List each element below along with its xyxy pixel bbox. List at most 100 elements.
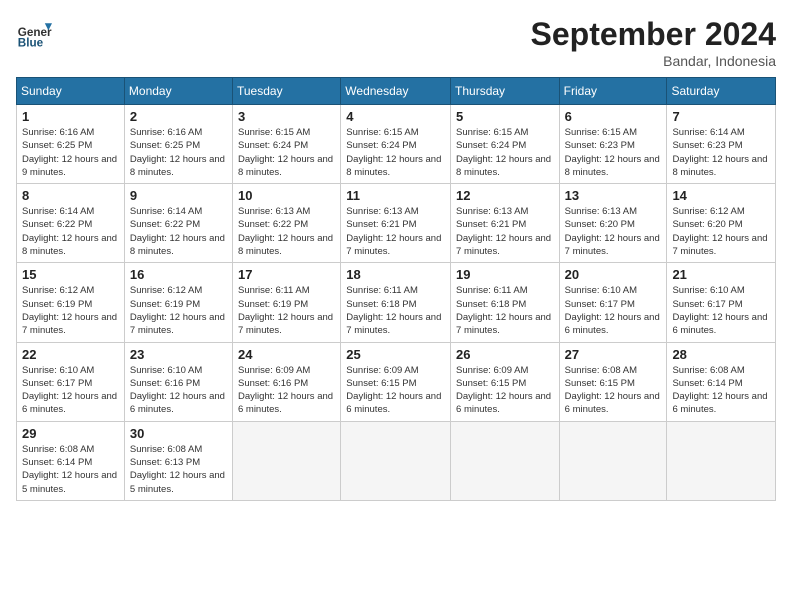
day-number: 25 (346, 347, 445, 362)
calendar-cell: 24 Sunrise: 6:09 AM Sunset: 6:16 PM Dayli… (232, 342, 340, 421)
calendar-cell: 17 Sunrise: 6:11 AM Sunset: 6:19 PM Dayli… (232, 263, 340, 342)
day-number: 22 (22, 347, 119, 362)
day-info: Sunrise: 6:13 AM Sunset: 6:21 PM Dayligh… (456, 205, 554, 258)
day-number: 2 (130, 109, 227, 124)
calendar-cell: 6 Sunrise: 6:15 AM Sunset: 6:23 PM Daylig… (559, 105, 667, 184)
header-tuesday: Tuesday (232, 78, 340, 105)
title-block: September 2024 Bandar, Indonesia (531, 16, 776, 69)
calendar-cell: 10 Sunrise: 6:13 AM Sunset: 6:22 PM Dayli… (232, 184, 340, 263)
location: Bandar, Indonesia (531, 53, 776, 69)
calendar-cell: 18Sunrise: 6:11 AM Sunset: 6:18 PM Dayli… (341, 263, 451, 342)
day-info: Sunrise: 6:10 AM Sunset: 6:17 PM Dayligh… (672, 284, 770, 337)
calendar-cell: 30 Sunrise: 6:08 AM Sunset: 6:13 PM Dayli… (124, 421, 232, 500)
day-info: Sunrise: 6:13 AM Sunset: 6:21 PM Dayligh… (346, 205, 445, 258)
day-info: Sunrise: 6:15 AM Sunset: 6:23 PM Dayligh… (565, 126, 662, 179)
day-number: 29 (22, 426, 119, 441)
day-info: Sunrise: 6:11 AM Sunset: 6:18 PM Dayligh… (456, 284, 554, 337)
day-number: 15 (22, 267, 119, 282)
header-saturday: Saturday (667, 78, 776, 105)
calendar-cell: 12 Sunrise: 6:13 AM Sunset: 6:21 PM Dayli… (451, 184, 560, 263)
calendar-cell: 11 Sunrise: 6:13 AM Sunset: 6:21 PM Dayli… (341, 184, 451, 263)
day-number: 30 (130, 426, 227, 441)
day-info: Sunrise: 6:15 AM Sunset: 6:24 PM Dayligh… (346, 126, 445, 179)
day-number: 5 (456, 109, 554, 124)
day-info: Sunrise: 6:08 AM Sunset: 6:14 PM Dayligh… (672, 364, 770, 417)
day-number: 14 (672, 188, 770, 203)
header-sunday: Sunday (17, 78, 125, 105)
day-number: 3 (238, 109, 335, 124)
calendar-cell (232, 421, 340, 500)
calendar-cell: 29 Sunrise: 6:08 AM Sunset: 6:14 PM Dayli… (17, 421, 125, 500)
day-number: 7 (672, 109, 770, 124)
day-info: Sunrise: 6:08 AM Sunset: 6:15 PM Dayligh… (565, 364, 662, 417)
calendar-cell: 23Sunrise: 6:10 AM Sunset: 6:16 PM Dayli… (124, 342, 232, 421)
header-thursday: Thursday (451, 78, 560, 105)
day-info: Sunrise: 6:12 AM Sunset: 6:20 PM Dayligh… (672, 205, 770, 258)
calendar-table: Sunday Monday Tuesday Wednesday Thursday… (16, 77, 776, 501)
day-number: 21 (672, 267, 770, 282)
day-info: Sunrise: 6:10 AM Sunset: 6:17 PM Dayligh… (22, 364, 119, 417)
calendar-cell: 16 Sunrise: 6:12 AM Sunset: 6:19 PM Dayli… (124, 263, 232, 342)
calendar-cell: 19 Sunrise: 6:11 AM Sunset: 6:18 PM Dayli… (451, 263, 560, 342)
svg-text:Blue: Blue (18, 37, 44, 50)
calendar-cell: 8 Sunrise: 6:14 AM Sunset: 6:22 PM Daylig… (17, 184, 125, 263)
day-info: Sunrise: 6:13 AM Sunset: 6:20 PM Dayligh… (565, 205, 662, 258)
calendar-cell: 28 Sunrise: 6:08 AM Sunset: 6:14 PM Dayli… (667, 342, 776, 421)
calendar-cell: 21 Sunrise: 6:10 AM Sunset: 6:17 PM Dayli… (667, 263, 776, 342)
day-info: Sunrise: 6:14 AM Sunset: 6:23 PM Dayligh… (672, 126, 770, 179)
day-info: Sunrise: 6:12 AM Sunset: 6:19 PM Dayligh… (130, 284, 227, 337)
calendar-cell: 3 Sunrise: 6:15 AM Sunset: 6:24 PM Daylig… (232, 105, 340, 184)
day-number: 10 (238, 188, 335, 203)
day-number: 4 (346, 109, 445, 124)
day-number: 11 (346, 188, 445, 203)
calendar-cell: 26Sunrise: 6:09 AM Sunset: 6:15 PM Dayli… (451, 342, 560, 421)
header-wednesday: Wednesday (341, 78, 451, 105)
calendar-cell: 25 Sunrise: 6:09 AM Sunset: 6:15 PM Dayli… (341, 342, 451, 421)
day-number: 27 (565, 347, 662, 362)
logo: General Blue (16, 16, 56, 52)
day-info: Sunrise: 6:11 AM Sunset: 6:19 PM Dayligh… (238, 284, 335, 337)
calendar-cell (341, 421, 451, 500)
calendar-cell: 27 Sunrise: 6:08 AM Sunset: 6:15 PM Dayli… (559, 342, 667, 421)
calendar-header-row: Sunday Monday Tuesday Wednesday Thursday… (17, 78, 776, 105)
day-number: 19 (456, 267, 554, 282)
day-number: 17 (238, 267, 335, 282)
day-number: 12 (456, 188, 554, 203)
day-number: 16 (130, 267, 227, 282)
day-info: Sunrise: 6:09 AM Sunset: 6:15 PM Dayligh… (456, 364, 554, 417)
day-info: Sunrise: 6:10 AM Sunset: 6:17 PM Dayligh… (565, 284, 662, 337)
header-friday: Friday (559, 78, 667, 105)
day-number: 8 (22, 188, 119, 203)
day-info: Sunrise: 6:09 AM Sunset: 6:15 PM Dayligh… (346, 364, 445, 417)
day-number: 24 (238, 347, 335, 362)
calendar-cell: 5Sunrise: 6:15 AM Sunset: 6:24 PM Daylig… (451, 105, 560, 184)
month-title: September 2024 (531, 16, 776, 53)
calendar-cell (451, 421, 560, 500)
calendar-cell: 1Sunrise: 6:16 AM Sunset: 6:25 PM Daylig… (17, 105, 125, 184)
calendar-cell (667, 421, 776, 500)
header-monday: Monday (124, 78, 232, 105)
calendar-cell: 14 Sunrise: 6:12 AM Sunset: 6:20 PM Dayli… (667, 184, 776, 263)
day-number: 28 (672, 347, 770, 362)
day-info: Sunrise: 6:10 AM Sunset: 6:16 PM Dayligh… (130, 364, 227, 417)
calendar-cell: 15Sunrise: 6:12 AM Sunset: 6:19 PM Dayli… (17, 263, 125, 342)
day-info: Sunrise: 6:11 AM Sunset: 6:18 PM Dayligh… (346, 284, 445, 337)
day-info: Sunrise: 6:16 AM Sunset: 6:25 PM Dayligh… (130, 126, 227, 179)
day-info: Sunrise: 6:14 AM Sunset: 6:22 PM Dayligh… (22, 205, 119, 258)
page-header: General Blue September 2024 Bandar, Indo… (16, 16, 776, 69)
day-info: Sunrise: 6:08 AM Sunset: 6:13 PM Dayligh… (130, 443, 227, 496)
day-info: Sunrise: 6:08 AM Sunset: 6:14 PM Dayligh… (22, 443, 119, 496)
calendar-cell: 4 Sunrise: 6:15 AM Sunset: 6:24 PM Daylig… (341, 105, 451, 184)
day-number: 20 (565, 267, 662, 282)
calendar-cell: 2 Sunrise: 6:16 AM Sunset: 6:25 PM Daylig… (124, 105, 232, 184)
day-info: Sunrise: 6:13 AM Sunset: 6:22 PM Dayligh… (238, 205, 335, 258)
day-number: 6 (565, 109, 662, 124)
day-info: Sunrise: 6:09 AM Sunset: 6:16 PM Dayligh… (238, 364, 335, 417)
logo-icon: General Blue (16, 16, 52, 52)
day-info: Sunrise: 6:15 AM Sunset: 6:24 PM Dayligh… (238, 126, 335, 179)
calendar-cell: 13Sunrise: 6:13 AM Sunset: 6:20 PM Dayli… (559, 184, 667, 263)
calendar-cell: 20 Sunrise: 6:10 AM Sunset: 6:17 PM Dayli… (559, 263, 667, 342)
day-info: Sunrise: 6:14 AM Sunset: 6:22 PM Dayligh… (130, 205, 227, 258)
calendar-cell (559, 421, 667, 500)
day-number: 9 (130, 188, 227, 203)
